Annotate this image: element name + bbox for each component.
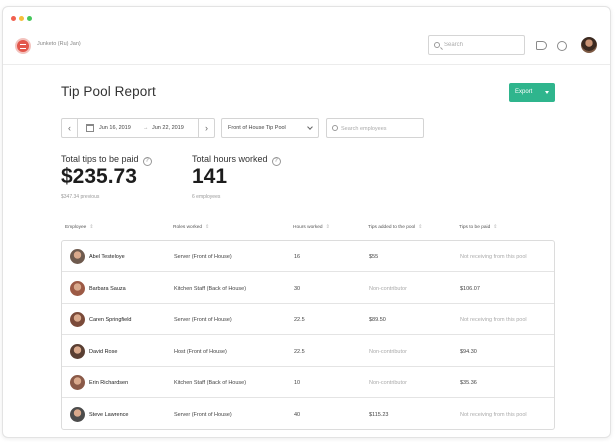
calendar-icon: [86, 124, 94, 132]
employee-hours: 22.5: [294, 317, 305, 323]
previous-week-button[interactable]: ‹: [62, 119, 78, 137]
sort-icon: ⇕: [325, 224, 330, 230]
export-button-label: Export: [515, 89, 533, 95]
total-hours-employees: 6 employees: [192, 194, 221, 200]
arrow-right-icon: →: [143, 125, 149, 131]
employee-hours: 22.5: [294, 348, 305, 355]
search-icon: [332, 125, 338, 131]
app-logo-icon[interactable]: [15, 38, 31, 54]
employee-hours: 16: [294, 254, 301, 260]
sort-icon: ⇕: [493, 224, 498, 230]
table-row[interactable]: Caren Springfield Server (Front of House)…: [62, 304, 554, 335]
global-search-input[interactable]: [444, 39, 522, 51]
employee-avatar: [70, 406, 85, 422]
messages-icon[interactable]: [557, 41, 567, 51]
employee-name: Erin Richardsen: [89, 380, 129, 386]
date-end: Jun 22, 2019: [152, 125, 184, 131]
tip-pool-table: Abel Testeloye Server (Front of House) 16 $…: [61, 240, 555, 430]
top-navigation-bar: Junketo (Ru) Jan): [3, 27, 610, 65]
tips-to-be-paid: Not receiving from this pool: [460, 317, 527, 323]
table-header: Employee ⇕ Roles worked ⇕ Hours worked ⇕ Ti…: [61, 224, 555, 236]
table-row[interactable]: Barbara Sauza Kitchen Staff (Back of Hous…: [62, 273, 554, 304]
close-window-button[interactable]: [11, 16, 16, 21]
employee-avatar: [70, 312, 85, 327]
employee-roles: Host (Front of House): [174, 348, 227, 355]
export-button[interactable]: Export: [509, 83, 555, 102]
page-title: Tip Pool Report: [61, 84, 156, 99]
column-header-label: Employee: [65, 225, 87, 230]
sort-icon: ⇕: [89, 224, 94, 230]
column-header-label: Tips added to the pool: [368, 225, 416, 230]
employee-avatar: [70, 249, 85, 264]
employee-roles: Server (Front of House): [174, 317, 232, 323]
employee-name: David Rose: [89, 348, 118, 355]
minimize-window-button[interactable]: [19, 16, 24, 21]
tips-to-be-paid: Not receiving from this pool: [460, 254, 527, 260]
location-name[interactable]: Junketo (Ru) Jan): [37, 41, 81, 47]
column-header-label: Tips to be paid: [459, 225, 491, 230]
employee-roles: Kitchen Staff (Back of House): [174, 380, 247, 386]
employee-avatar: [70, 343, 85, 359]
table-row[interactable]: Erin Richardsen Kitchen Staff (Back of Ho…: [62, 367, 554, 398]
window-titlebar: [3, 7, 610, 27]
tips-added: $89.50: [369, 317, 386, 323]
tips-to-be-paid: $35.36: [460, 380, 477, 386]
sort-icon: ⇕: [205, 224, 210, 230]
employee-name: Steve Lawrence: [89, 411, 129, 418]
table-row[interactable]: David Rose Host (Front of House) 22.5 Non-c…: [62, 336, 554, 367]
table-row[interactable]: Steve Lawrence Server (Front of House) 40 $…: [62, 399, 554, 430]
total-hours-value: 141: [192, 165, 228, 188]
table-row[interactable]: Abel Testeloye Server (Front of House) 16 $…: [62, 241, 554, 272]
tips-added: $55: [369, 254, 379, 260]
employee-name: Abel Testeloye: [89, 254, 125, 260]
tip-pool-select[interactable]: Front of House Tip Pool: [221, 118, 319, 138]
tips-to-be-paid: $94.30: [460, 348, 477, 355]
column-header-employee[interactable]: Employee ⇕: [65, 224, 94, 230]
employee-hours: 10: [294, 380, 301, 386]
tips-added: Non-contributor: [369, 348, 407, 355]
global-search[interactable]: [428, 35, 525, 55]
column-header-roles[interactable]: Roles worked ⇕: [173, 224, 209, 230]
maximize-window-button[interactable]: [27, 16, 32, 21]
user-avatar[interactable]: [581, 37, 597, 53]
column-header-label: Hours worked: [293, 225, 323, 230]
tips-to-be-paid: Not receiving from this pool: [460, 411, 527, 418]
employee-name: Caren Springfield: [89, 317, 132, 323]
tips-added: Non-contributor: [369, 285, 407, 292]
column-header-hours[interactable]: Hours worked ⇕: [293, 224, 330, 230]
column-header-label: Roles worked: [173, 225, 203, 230]
employee-hours: 40: [294, 411, 301, 418]
employee-search[interactable]: [326, 118, 424, 138]
total-tips-value: $235.73: [61, 165, 137, 188]
search-icon: [434, 42, 440, 48]
help-icon[interactable]: ?: [142, 157, 152, 166]
tips-added: $115.23: [369, 411, 389, 418]
employee-avatar: [70, 375, 85, 390]
employee-roles: Server (Front of House): [174, 411, 232, 418]
employee-name: Barbara Sauza: [89, 285, 126, 292]
announcements-icon[interactable]: [536, 41, 547, 50]
help-icon[interactable]: ?: [271, 157, 281, 166]
tip-pool-selected: Front of House Tip Pool: [228, 125, 286, 131]
total-tips-previous: $347.34 previous: [61, 194, 100, 200]
employee-roles: Kitchen Staff (Back of House): [174, 285, 247, 292]
total-hours-label-text: Total hours worked: [192, 154, 268, 164]
date-range-picker[interactable]: ‹ Jun 16, 2019 → Jun 22, 2019 ›: [61, 118, 215, 138]
tips-to-be-paid: $106.07: [460, 285, 480, 292]
date-start: Jun 16, 2019: [99, 125, 131, 131]
next-week-button[interactable]: ›: [198, 119, 214, 137]
employee-avatar: [70, 280, 85, 296]
tips-added: Non-contributor: [369, 380, 407, 386]
column-header-tips-added[interactable]: Tips added to the pool ⇕: [368, 224, 423, 230]
employee-roles: Server (Front of House): [174, 254, 232, 260]
employee-search-input[interactable]: [341, 123, 421, 134]
column-header-tips-paid[interactable]: Tips to be paid ⇕: [459, 224, 498, 230]
sort-icon: ⇕: [418, 224, 423, 230]
chevron-down-icon: [307, 124, 313, 130]
employee-hours: 30: [294, 285, 301, 292]
chevron-down-icon: [545, 91, 549, 94]
total-tips-label-text: Total tips to be paid: [61, 154, 139, 164]
